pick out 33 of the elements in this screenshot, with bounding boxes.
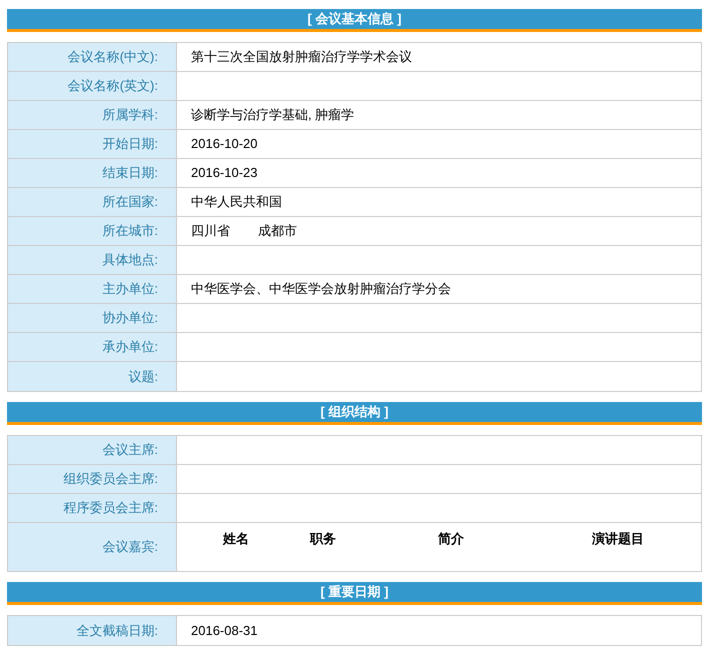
label-cell: 会议名称(中文):: [8, 43, 177, 71]
label-cell: 全文截稿日期:: [8, 616, 177, 645]
column-header: 姓名: [222, 530, 250, 548]
value-text: 2016-08-31: [191, 622, 258, 640]
label-cell: 会议主席:: [8, 436, 177, 464]
label-cell: 所属学科:: [8, 101, 177, 129]
label-cell: 所在城市:: [8, 217, 177, 245]
section-header: [ 组织结构 ]: [7, 402, 702, 425]
label-cell: 所在国家:: [8, 188, 177, 216]
label-cell: 开始日期:: [8, 130, 177, 158]
value-text: 中华人民共和国: [191, 193, 282, 212]
column-header: 职务: [308, 530, 337, 548]
label-cell: 承办单位:: [8, 333, 177, 361]
label-cell: 结束日期:: [8, 159, 177, 187]
label-cell: 主办单位:: [8, 275, 177, 303]
value-text: 2016-10-20: [191, 135, 258, 154]
value-text: 第十三次全国放射肿瘤治疗学学术会议: [191, 48, 412, 66]
label-cell: 议题:: [8, 362, 177, 391]
value-text: 2016-10-23: [191, 164, 258, 182]
value-text: 成都市: [258, 222, 297, 240]
section-header: [ 重要日期 ]: [7, 582, 702, 605]
label-cell: 程序委员会主席:: [8, 494, 177, 522]
column-header: 演讲题目: [591, 530, 645, 548]
value-text: 中华医学会、中华医学会放射肿瘤治疗学分会: [191, 280, 451, 298]
label-cell: 会议嘉宾:: [8, 523, 177, 571]
label-cell: 会议名称(英文):: [8, 72, 177, 100]
column-header: 简介: [437, 530, 465, 548]
section-header: [ 会议基本信息 ]: [7, 9, 702, 32]
label-cell: 协办单位:: [8, 304, 177, 332]
label-cell: 具体地点:: [8, 246, 177, 274]
value-text: 诊断学与治疗学基础, 肿瘤学: [191, 106, 354, 124]
label-cell: 组织委员会主席:: [8, 465, 177, 493]
value-text: 四川省: [191, 222, 230, 240]
